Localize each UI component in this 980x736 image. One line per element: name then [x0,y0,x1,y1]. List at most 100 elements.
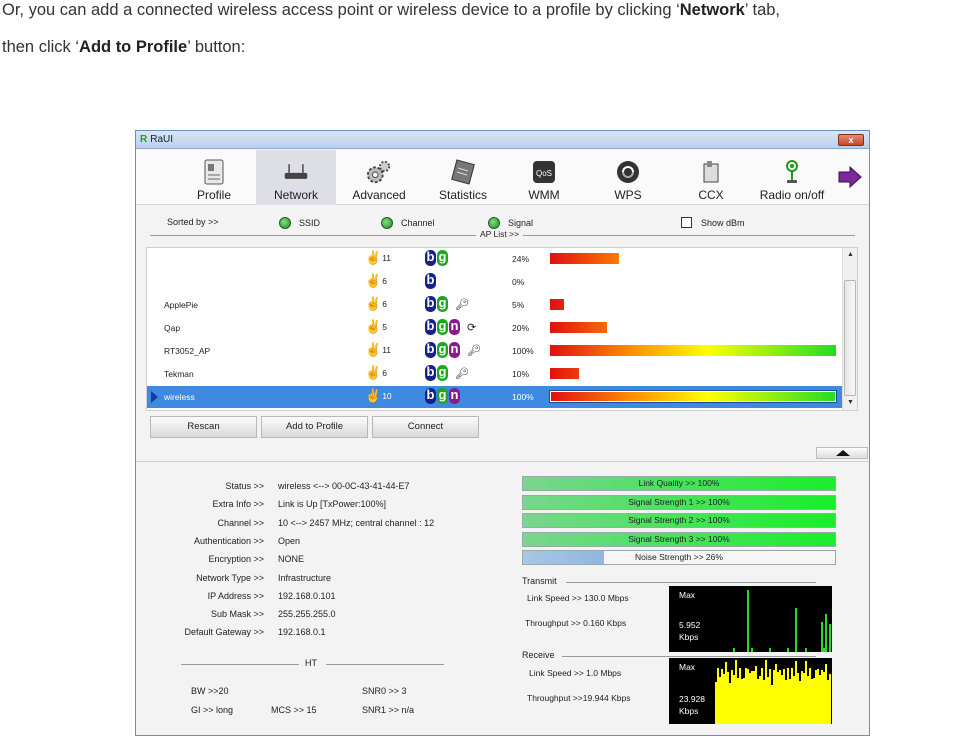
channel-icon: ✌ [365,319,382,334]
next-arrow-icon[interactable] [837,165,863,189]
ap-signal-percent: 24% [512,254,530,264]
ap-list-row[interactable]: ✌ 11 b g 24% [147,248,842,270]
tab-wps[interactable]: WPS [588,150,668,205]
meter-label: Signal Strength 2 >> 100% [628,515,730,525]
tab-radio-on-off[interactable]: Radio on/off [750,150,834,205]
ap-signal-bar [550,299,836,310]
ap-list-row[interactable]: Tekman ✌ 6 b g 🔑︎ 10% [147,363,842,385]
ap-channel: ✌ 10 [365,388,392,404]
info-row: Authentication >> Open [136,536,516,550]
key-lock-icon: 🔑︎ [455,367,469,380]
router-icon [283,159,309,185]
scroll-down-icon[interactable]: ▼ [846,399,855,408]
graph-bar [787,648,789,652]
rescan-button[interactable]: Rescan [150,416,257,438]
graph-bar [727,672,729,724]
graph-bar [823,648,825,652]
graph-bar [771,685,773,724]
info-value: NONE [278,554,305,565]
ap-signal-bar [550,322,836,333]
ap-signal-bar-fill [550,368,579,379]
ap-wireless-modes: b g n 🔑︎ [425,342,481,358]
tab-network[interactable]: Network [256,150,336,205]
tab-label: CCX [698,188,724,202]
ap-signal-bar-fill [551,392,835,401]
sort-option-label: Channel [401,218,435,228]
tab-ccx[interactable]: CCX [671,150,751,205]
ap-list-row[interactable]: ✌ 6 b 0% [147,271,842,293]
doc-paragraph-line-1: Or, you can add a connected wireless acc… [2,0,780,20]
scroll-up-icon[interactable]: ▲ [846,251,855,260]
ap-channel: ✌ 6 [365,365,387,381]
ap-signal-bar [550,253,836,264]
ap-wireless-modes: b g 🔑︎ [425,365,469,381]
graph-bar [789,679,791,724]
ap-list-scrollbar[interactable]: ▲ ▼ [842,248,857,410]
channel-icon: ✌ [365,388,382,403]
mode-g-icon: g [437,364,448,381]
ap-signal-bar [549,390,837,403]
ht-snr0: SNR0 >> 3 [362,686,407,696]
ap-signal-bar-fill [550,253,619,264]
sort-signal-radio[interactable]: Signal [488,217,533,229]
ap-channel: ✌ 11 [365,250,391,266]
graph-bar [785,680,787,724]
tab-label: WMM [528,188,560,202]
graph-bar [791,668,793,724]
meter-label: Signal Strength 1 >> 100% [628,496,730,507]
sort-option-label: Signal [508,218,534,228]
sort-ssid-radio[interactable]: SSID [279,217,320,229]
transmit-throughput: Throughput >> 0.160 Kbps [525,618,627,628]
info-key: IP Address >> [207,590,264,601]
doc-text-fragment: ’ button: [187,38,246,56]
checkbox-label: Show dBm [701,217,745,228]
qos-icon: QoS [531,159,557,185]
ap-list-row[interactable]: ApplePie ✌ 6 b g 🔑︎ 5% [147,294,842,316]
doc-text-fragment: then click ‘ [2,38,80,56]
graph-bar [725,662,727,724]
tab-wmm[interactable]: QoS WMM [504,150,584,205]
sorted-by-label: Sorted by >> [167,217,219,227]
show-dbm-checkbox[interactable]: Show dBm [681,217,745,228]
transmit-graph: Max 5.952 Kbps [669,586,832,652]
add-to-profile-button[interactable]: Add to Profile [261,416,368,438]
graph-bar [819,675,821,724]
graph-bar [769,648,771,652]
info-key: Status >> [225,481,264,491]
channel-icon: ✌ [365,296,382,311]
info-row: Channel >> 10 <--> 2457 MHz; central chan… [136,518,516,532]
channel-icon: ✌ [365,365,382,380]
close-button[interactable]: x [838,134,864,146]
raui-window: R RaUI x Profile Network Advanced Statis… [135,130,870,736]
ap-channel-number: 5 [382,322,387,332]
ap-list-row[interactable]: RT3052_AP ✌ 11 b g n 🔑︎ 100% [147,340,842,362]
ht-gi: GI >> long [191,705,234,715]
graph-bar [761,668,763,724]
info-value: 192.168.0.101 [278,590,336,601]
ap-signal-percent: 100% [512,346,534,356]
tab-advanced[interactable]: Advanced [339,150,419,205]
graph-bar [815,670,817,724]
mode-n-icon: n [449,318,460,335]
info-value: 10 <--> 2457 MHz; central channel : 12 [278,517,435,528]
ap-channel-number: 6 [382,368,387,378]
connect-button[interactable]: Connect [372,416,479,438]
radio-selected-icon [381,217,393,229]
graph-bar [741,679,743,724]
collapse-panel-button[interactable] [816,447,868,459]
mode-b-icon: b [425,272,436,289]
tab-statistics[interactable]: Statistics [423,150,503,205]
tab-profile[interactable]: Profile [174,150,254,205]
info-value: Link is Up [TxPower:100%] [278,499,387,510]
svg-text:QoS: QoS [536,169,552,178]
ap-ssid: Tekman [164,369,194,379]
ap-list-row[interactable]: Qap ✌ 5 b g n ⟳ 20% [147,317,842,339]
graph-bar [757,679,759,724]
scroll-thumb[interactable] [844,280,856,396]
mode-g-icon: g [437,341,448,358]
ap-list-row[interactable]: wireless ✌ 10 b g n 100% [147,386,842,408]
title-bar[interactable]: R RaUI x [136,131,869,149]
sort-channel-radio[interactable]: Channel [381,217,435,229]
graph-bar [735,660,737,724]
ap-list[interactable]: ▲ ▼ ✌ 11 b g 24% ✌ 6 b 0% ApplePie ✌ 6 b g 🔑︎ 5% Qap ✌ 5 b g… [146,247,858,411]
